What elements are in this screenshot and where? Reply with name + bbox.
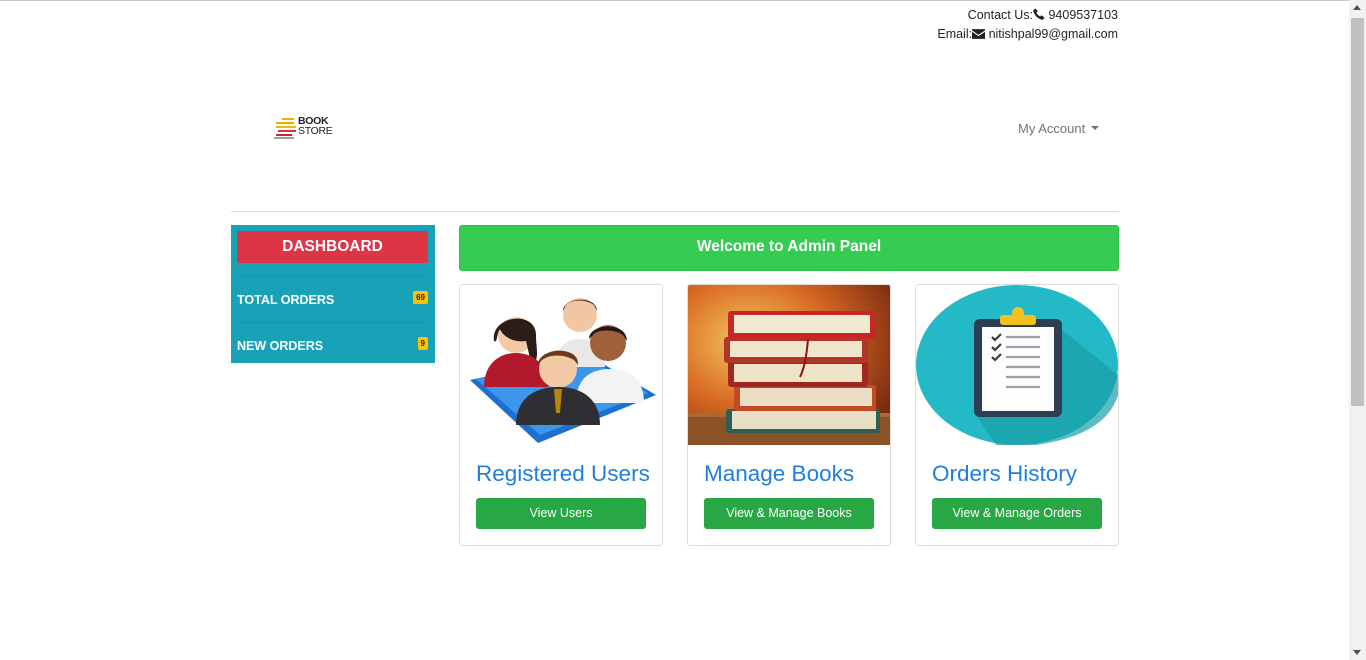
card-registered-users: Registered Users View Users — [459, 284, 663, 546]
logo-text: BOOK STORE — [298, 116, 333, 137]
view-manage-books-button[interactable]: View & Manage Books — [704, 498, 874, 529]
clipboard-checklist-icon — [916, 285, 1118, 445]
phone-icon — [1033, 8, 1045, 20]
sidebar-item-total-orders[interactable]: TOTAL ORDERS 69 — [237, 276, 428, 322]
caret-down-icon — [1091, 126, 1100, 130]
sidebar-item-new-orders[interactable]: NEW ORDERS 9 — [237, 322, 428, 368]
welcome-banner: Welcome to Admin Panel — [459, 225, 1119, 271]
scroll-down-arrow-icon[interactable] — [1353, 650, 1361, 655]
card-title: Registered Users — [476, 461, 650, 486]
contact-info: Contact Us: 9409537103 Email: nitishpal9… — [937, 6, 1118, 44]
phone-number: 9409537103 — [1048, 8, 1118, 22]
my-account-label: My Account — [1018, 121, 1086, 136]
dashboard-button[interactable]: DASHBOARD — [237, 231, 428, 263]
logo-line2: STORE — [298, 125, 333, 137]
users-group-icon — [470, 298, 656, 443]
contact-label: Contact Us: — [967, 8, 1033, 22]
book-stack-icon — [688, 285, 890, 445]
card-title: Manage Books — [704, 461, 855, 486]
my-account-dropdown[interactable]: My Account — [1018, 121, 1100, 136]
contact-phone-row: Contact Us: 9409537103 — [937, 6, 1118, 25]
card-manage-books: Manage Books View & Manage Books — [687, 284, 891, 546]
card-title: Orders History — [932, 461, 1078, 486]
sidebar-item-label: NEW ORDERS — [237, 339, 324, 353]
scroll-up-arrow-icon[interactable] — [1353, 5, 1361, 10]
total-orders-badge: 69 — [413, 291, 428, 304]
card-orders-history: Orders History View & Manage Orders — [915, 284, 1119, 546]
header-divider — [231, 211, 1119, 212]
new-orders-badge: 9 — [417, 337, 428, 350]
scrollbar-thumb[interactable] — [1351, 18, 1364, 406]
view-manage-orders-button[interactable]: View & Manage Orders — [932, 498, 1102, 529]
contact-email-row: Email: nitishpal99@gmail.com — [937, 25, 1118, 44]
email-address[interactable]: nitishpal99@gmail.com — [989, 27, 1118, 41]
vertical-scrollbar[interactable] — [1349, 0, 1366, 660]
envelope-icon — [972, 29, 986, 39]
sidebar: DASHBOARD TOTAL ORDERS 69 NEW ORDERS 9 — [231, 225, 435, 363]
bookstore-logo[interactable]: BOOK STORE — [274, 116, 336, 140]
view-users-button[interactable]: View Users — [476, 498, 646, 529]
email-label: Email: — [937, 27, 973, 41]
sidebar-item-label: TOTAL ORDERS — [237, 293, 335, 307]
window-top-border — [0, 0, 1366, 3]
